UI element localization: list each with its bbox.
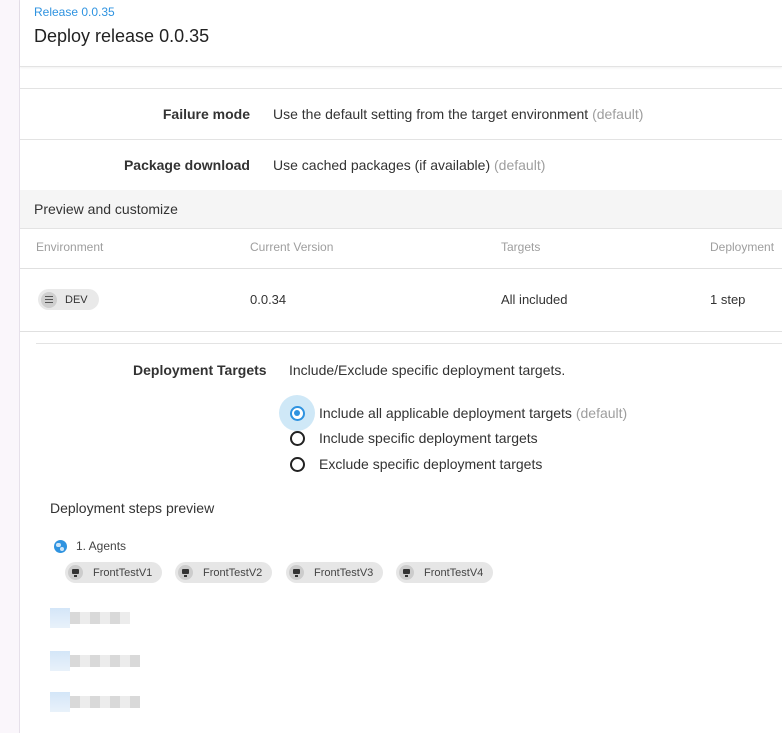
radio-button[interactable] [289, 430, 305, 446]
steps-preview-title: Deployment steps preview [50, 500, 215, 516]
target-name: FrontTestV2 [203, 566, 263, 579]
globe-icon [54, 539, 67, 553]
target-chip[interactable]: FrontTestV4 [396, 562, 494, 583]
radio-exclude-specific[interactable]: Exclude specific deployment targets [282, 452, 542, 476]
section-title: Preview and customize [34, 201, 178, 217]
monitor-icon [399, 565, 414, 580]
breadcrumb-release[interactable]: Release 0.0.35 [34, 5, 115, 19]
deployment-cell: 1 step [710, 292, 746, 307]
setting-label: Package download [123, 157, 250, 173]
target-chip[interactable]: FrontTestV1 [65, 562, 163, 583]
radio-button-selected[interactable] [289, 405, 305, 421]
column-header-environment: Environment [36, 240, 104, 254]
target-name: FrontTestV4 [424, 566, 484, 579]
radio-include-all[interactable]: Include all applicable deployment target… [279, 395, 627, 431]
page-title: Deploy release 0.0.35 [34, 26, 210, 46]
setting-label: Failure mode [162, 106, 250, 122]
column-header-current-version: Current Version [250, 240, 334, 254]
deployment-targets-description: Include/Exclude specific deployment targ… [289, 362, 566, 378]
setting-row-failure-mode[interactable]: Failure mode Use the default setting fro… [20, 89, 782, 140]
table-row[interactable]: DEV 0.0.34 All included 1 step [20, 269, 782, 332]
radio-button[interactable] [289, 456, 305, 472]
setting-row-package-download[interactable]: Package download Use cached packages (if… [20, 140, 782, 191]
deploy-panel: Release 0.0.35 Deploy release 0.0.35 Fai… [20, 0, 782, 733]
default-hint: (default) [575, 405, 628, 421]
scrolled-setting-row [20, 66, 782, 89]
radio-label[interactable]: Include all applicable deployment target… [319, 405, 627, 421]
monitor-icon [289, 565, 304, 580]
monitor-icon [68, 565, 83, 580]
monitor-icon [178, 565, 193, 580]
radio-focus-halo [279, 446, 315, 482]
radio-label[interactable]: Include specific deployment targets [319, 430, 538, 446]
column-header-targets: Targets [501, 240, 541, 254]
target-chip[interactable]: FrontTestV2 [175, 562, 273, 583]
environment-name: DEV [65, 293, 88, 306]
default-hint: (default) [494, 157, 546, 173]
radio-include-specific[interactable]: Include specific deployment targets [282, 426, 538, 450]
setting-value: Use the default setting from the target … [273, 106, 643, 122]
divider [36, 343, 782, 344]
environment-chip[interactable]: DEV [38, 289, 99, 310]
current-version-cell: 0.0.34 [250, 292, 287, 307]
radio-label[interactable]: Exclude specific deployment targets [319, 456, 542, 472]
column-header-deployment: Deployment [710, 240, 775, 254]
target-name: FrontTestV3 [314, 566, 374, 579]
list-icon [41, 291, 57, 308]
step-label: 1. Agents [76, 539, 127, 553]
setting-value-text: Use cached packages (if available) [273, 157, 491, 173]
radio-label-text: Include all applicable deployment target… [319, 405, 572, 421]
preview-table-header: Environment Current Version Targets Depl… [20, 229, 782, 269]
target-name: FrontTestV1 [93, 566, 153, 579]
setting-value-text: Use the default setting from the target … [273, 106, 589, 122]
preview-section-header: Preview and customize [20, 190, 782, 229]
deployment-targets-label: Deployment Targets [133, 362, 267, 378]
page-header: Release 0.0.35 Deploy release 0.0.35 [20, 0, 782, 67]
target-chip[interactable]: FrontTestV3 [286, 562, 384, 583]
targets-cell: All included [501, 292, 568, 307]
default-hint: (default) [592, 106, 644, 122]
left-sidebar-edge [0, 0, 20, 733]
step-header: 1. Agents [54, 539, 126, 553]
setting-value: Use cached packages (if available) (defa… [273, 157, 545, 173]
